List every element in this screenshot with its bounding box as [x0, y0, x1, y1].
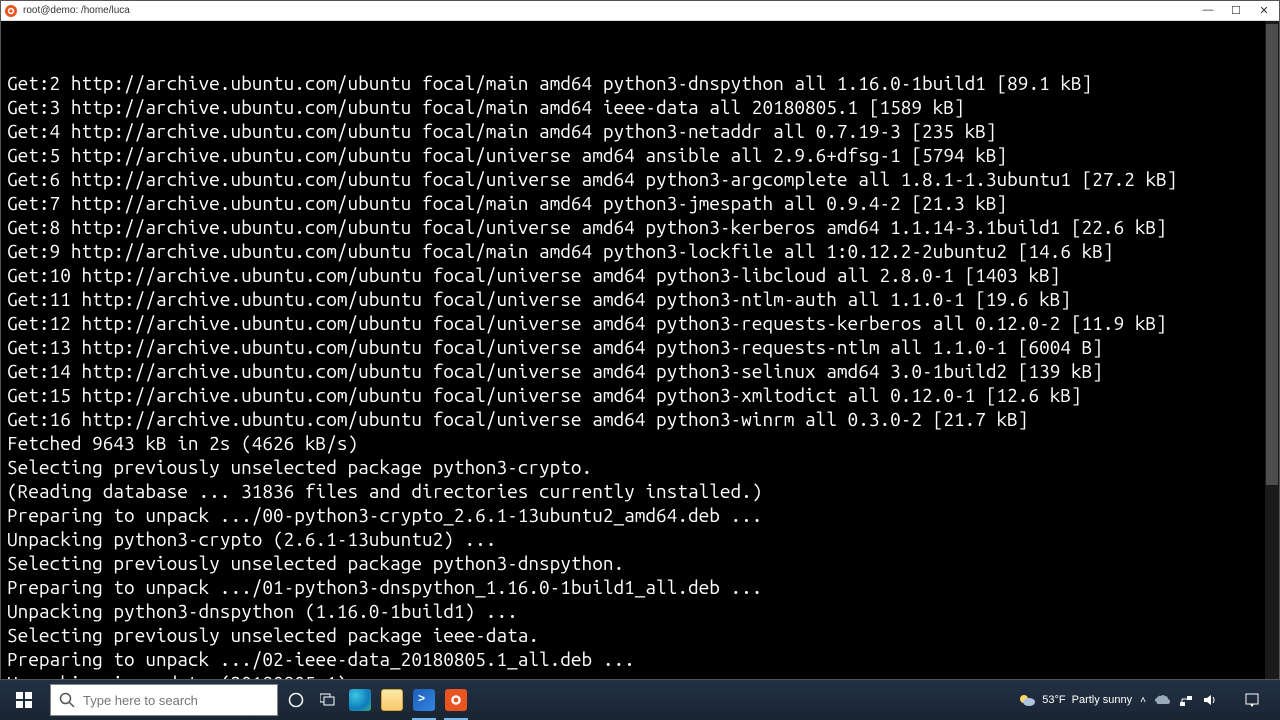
terminal-line: Get:8 http://archive.ubuntu.com/ubuntu f… — [7, 215, 1273, 239]
scroll-thumb[interactable] — [1266, 24, 1278, 485]
ubuntu-icon — [5, 5, 17, 17]
minimize-button[interactable]: — — [1201, 4, 1215, 17]
edge-app[interactable] — [344, 680, 376, 720]
terminal-line: Selecting previously unselected package … — [7, 455, 1273, 479]
terminal-line: Get:13 http://archive.ubuntu.com/ubuntu … — [7, 335, 1273, 359]
search-icon — [59, 692, 75, 708]
titlebar[interactable]: root@demo: /home/luca — ☐ ✕ — [1, 1, 1279, 21]
terminal-line: Get:14 http://archive.ubuntu.com/ubuntu … — [7, 359, 1273, 383]
file-explorer-app[interactable] — [376, 680, 408, 720]
terminal-line: Selecting previously unselected package … — [7, 551, 1273, 575]
weather-temp: 53°F — [1042, 694, 1065, 706]
taskbar: > 53°F Partly sunny ˄ — [0, 680, 1280, 720]
notifications-icon[interactable] — [1234, 692, 1270, 708]
onedrive-icon[interactable] — [1154, 692, 1170, 708]
terminal-line: Get:11 http://archive.ubuntu.com/ubuntu … — [7, 287, 1273, 311]
terminal-line: Get:6 http://archive.ubuntu.com/ubuntu f… — [7, 167, 1273, 191]
terminal-line: (Reading database ... 31836 files and di… — [7, 479, 1273, 503]
search-input[interactable] — [83, 693, 269, 708]
terminal-line: Get:3 http://archive.ubuntu.com/ubuntu f… — [7, 95, 1273, 119]
network-icon[interactable] — [1178, 692, 1194, 708]
search-box[interactable] — [50, 684, 278, 716]
window-title: root@demo: /home/luca — [23, 5, 1201, 16]
terminal-line: Get:9 http://archive.ubuntu.com/ubuntu f… — [7, 239, 1273, 263]
terminal-line: Get:2 http://archive.ubuntu.com/ubuntu f… — [7, 71, 1273, 95]
terminal-line: Get:15 http://archive.ubuntu.com/ubuntu … — [7, 383, 1273, 407]
volume-icon[interactable] — [1202, 692, 1218, 708]
terminal-line: Unpacking python3-dnspython (1.16.0-1bui… — [7, 599, 1273, 623]
tray-overflow-icon[interactable]: ˄ — [1140, 695, 1146, 706]
terminal-line: Unpacking ieee-data (20180805.1) ... — [7, 671, 1273, 679]
terminal-line: Preparing to unpack .../01-python3-dnspy… — [7, 575, 1273, 599]
terminal-line: Get:16 http://archive.ubuntu.com/ubuntu … — [7, 407, 1273, 431]
close-button[interactable]: ✕ — [1257, 4, 1271, 17]
task-view-icon[interactable] — [312, 680, 344, 720]
start-button[interactable] — [0, 680, 48, 720]
terminal-line: Preparing to unpack .../02-ieee-data_201… — [7, 647, 1273, 671]
terminal-line: Preparing to unpack .../00-python3-crypt… — [7, 503, 1273, 527]
terminal-line: Get:4 http://archive.ubuntu.com/ubuntu f… — [7, 119, 1273, 143]
maximize-button[interactable]: ☐ — [1229, 4, 1243, 17]
terminal-line: Selecting previously unselected package … — [7, 623, 1273, 647]
weather-desc: Partly sunny — [1072, 694, 1133, 706]
powershell-app[interactable]: > — [408, 680, 440, 720]
terminal-window: root@demo: /home/luca — ☐ ✕ Get:2 http:/… — [0, 0, 1280, 680]
terminal-body[interactable]: Get:2 http://archive.ubuntu.com/ubuntu f… — [1, 21, 1279, 679]
cortana-icon[interactable] — [280, 680, 312, 720]
terminal-line: Get:7 http://archive.ubuntu.com/ubuntu f… — [7, 191, 1273, 215]
terminal-line: Get:5 http://archive.ubuntu.com/ubuntu f… — [7, 143, 1273, 167]
system-tray: 53°F Partly sunny ˄ — [1008, 691, 1280, 709]
terminal-line: Get:10 http://archive.ubuntu.com/ubuntu … — [7, 263, 1273, 287]
ubuntu-app[interactable] — [440, 680, 472, 720]
scrollbar[interactable] — [1265, 21, 1279, 679]
terminal-line: Unpacking python3-crypto (2.6.1-13ubuntu… — [7, 527, 1273, 551]
weather-widget[interactable]: 53°F Partly sunny — [1018, 691, 1132, 709]
weather-icon — [1018, 691, 1036, 709]
terminal-line: Get:12 http://archive.ubuntu.com/ubuntu … — [7, 311, 1273, 335]
terminal-line: Fetched 9643 kB in 2s (4626 kB/s) — [7, 431, 1273, 455]
